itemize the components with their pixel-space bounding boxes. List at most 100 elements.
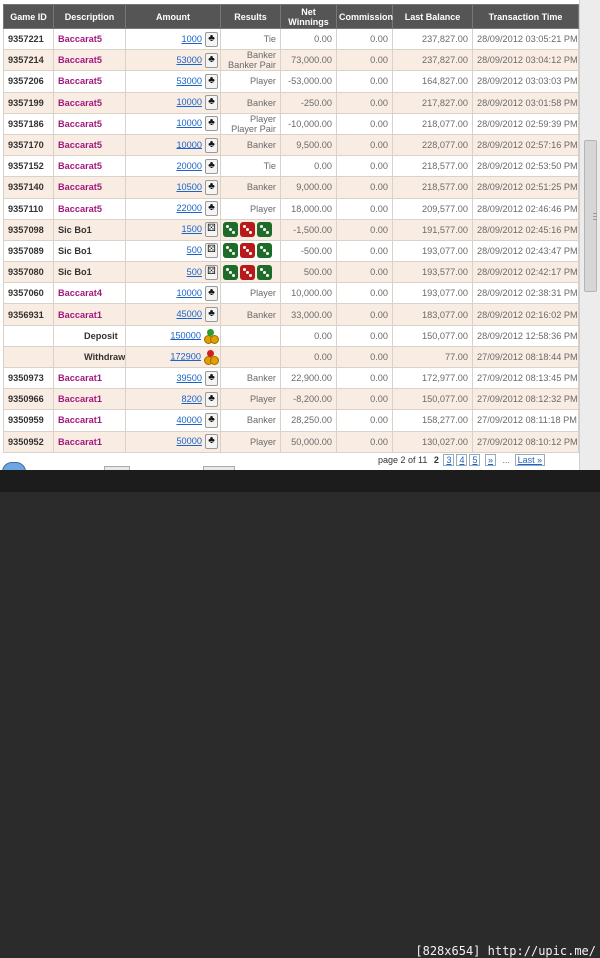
- column-header: Results: [220, 4, 281, 29]
- amount-link[interactable]: 10000: [176, 97, 202, 107]
- game-id-cell: 9350966: [3, 388, 54, 411]
- table-row: 9357060 Baccarat4 10000 ♣ Player 10,000.00 0.0…: [3, 282, 579, 305]
- result-label: Banker: [246, 415, 276, 426]
- result-label: Banker: [246, 50, 276, 61]
- commission-cell: 0.00: [336, 112, 393, 135]
- next-page-button[interactable]: »: [485, 454, 497, 466]
- page-link[interactable]: 4: [456, 454, 468, 466]
- cards-icon[interactable]: ♣: [205, 285, 218, 301]
- transaction-time-cell: 28/09/2012 02:38:31 PM: [472, 282, 579, 305]
- cards-icon[interactable]: ♣: [205, 52, 218, 68]
- amount-link[interactable]: 172900: [170, 351, 201, 361]
- description-cell: Deposit: [53, 324, 126, 347]
- dice-face-icon: [240, 243, 255, 259]
- page-link[interactable]: 5: [469, 454, 481, 466]
- amount-link[interactable]: 500: [187, 245, 202, 255]
- cards-icon[interactable]: ♣: [205, 434, 218, 450]
- dice-icon[interactable]: ⚄: [205, 243, 218, 259]
- game-id-cell: [3, 345, 54, 369]
- table-row: 9357080 Sic Bo1 500 ⚄ 500.00 0.00 193,577.00 28…: [3, 261, 579, 284]
- game-id-cell: 9350973: [3, 366, 54, 390]
- table-row: 9356931 Baccarat1 45000 ♣ Banker 33,000.00 0.0…: [3, 303, 579, 326]
- scrollbar-thumb[interactable]: [584, 140, 597, 292]
- transaction-time-cell: 28/09/2012 03:05:21 PM: [472, 27, 579, 51]
- cards-icon[interactable]: ♣: [205, 201, 218, 217]
- dice-face-icon: [223, 243, 238, 259]
- table-row: 9357199 Baccarat5 10000 ♣ Banker -250.00 0.00 2…: [3, 91, 579, 114]
- amount-link[interactable]: 150000: [170, 330, 201, 340]
- cards-icon[interactable]: ♣: [205, 73, 218, 89]
- cards-icon[interactable]: ♣: [205, 95, 218, 111]
- net-winnings-cell: 28,250.00: [280, 409, 337, 432]
- cards-icon[interactable]: ♣: [205, 137, 218, 153]
- last-balance-cell: 150,077.00: [392, 324, 473, 347]
- amount-link[interactable]: 53000: [176, 76, 202, 86]
- last-balance-cell: 193,077.00: [392, 239, 473, 263]
- cards-icon[interactable]: ♣: [205, 370, 218, 386]
- dice-icon[interactable]: ⚄: [205, 222, 218, 238]
- vertical-scrollbar[interactable]: [579, 0, 600, 470]
- amount-link[interactable]: 22000: [176, 203, 202, 213]
- withdraw-chips-icon[interactable]: [204, 349, 219, 365]
- deposit-chips-icon[interactable]: [204, 328, 219, 344]
- net-winnings-cell: 50,000.00: [280, 430, 337, 453]
- table-row: 9357098 Sic Bo1 1500 ⚄ -1,500.00 0.00 191,577.…: [3, 218, 579, 241]
- last-balance-cell: 130,027.00: [392, 430, 473, 453]
- table-row: Deposit 150000 0.00 0.00 150,077.00 28/09/201…: [3, 324, 579, 347]
- net-winnings-cell: -8,200.00: [280, 388, 337, 411]
- cards-icon[interactable]: ♣: [205, 391, 218, 407]
- cards-icon[interactable]: ♣: [205, 307, 218, 323]
- description-cell: Baccarat5: [53, 91, 126, 114]
- results-cell: Player: [220, 430, 281, 453]
- results-cell: [220, 218, 281, 241]
- dice-icon[interactable]: ⚄: [205, 264, 218, 280]
- table-row: 9350966 Baccarat1 8200 ♣ Player -8,200.00 0.00…: [3, 388, 579, 411]
- column-header: Game ID: [3, 4, 54, 29]
- amount-link[interactable]: 10000: [176, 139, 202, 149]
- amount-link[interactable]: 53000: [176, 55, 202, 65]
- results-cell: [220, 324, 281, 347]
- transaction-time-cell: 28/09/2012 02:59:39 PM: [472, 112, 579, 135]
- table-row: 9357206 Baccarat5 53000 ♣ Player -53,000.00 0.…: [3, 70, 579, 93]
- transaction-time-cell: 28/09/2012 02:43:47 PM: [472, 239, 579, 263]
- amount-link[interactable]: 10500: [176, 182, 202, 192]
- cards-icon[interactable]: ♣: [205, 179, 218, 195]
- amount-link[interactable]: 10000: [176, 288, 202, 298]
- amount-link[interactable]: 20000: [176, 161, 202, 171]
- description-cell: Baccarat1: [53, 303, 126, 326]
- result-label: Player: [249, 113, 276, 124]
- commission-cell: 0.00: [336, 261, 393, 284]
- amount-link[interactable]: 45000: [176, 309, 202, 319]
- commission-cell: 0.00: [336, 303, 393, 326]
- result-label: Banker Pair: [227, 60, 276, 71]
- description-cell: Withdraw: [53, 345, 126, 369]
- commission-cell: 0.00: [336, 388, 393, 411]
- net-winnings-cell: 73,000.00: [280, 49, 337, 72]
- amount-link[interactable]: 50000: [176, 436, 202, 446]
- cards-icon[interactable]: ♣: [205, 31, 218, 47]
- page-link[interactable]: 3: [443, 454, 455, 466]
- amount-link[interactable]: 40000: [176, 415, 202, 425]
- amount-link[interactable]: 8200: [182, 394, 202, 404]
- result-label: Player: [249, 76, 276, 87]
- amount-link[interactable]: 39500: [176, 373, 202, 383]
- last-balance-cell: 237,827.00: [392, 49, 473, 72]
- cards-icon[interactable]: ♣: [205, 116, 218, 132]
- amount-link[interactable]: 10000: [176, 118, 202, 128]
- last-page-button[interactable]: Last »: [514, 454, 546, 466]
- amount-link[interactable]: 1500: [182, 224, 202, 234]
- amount-link[interactable]: 500: [187, 267, 202, 277]
- game-id-cell: 9357089: [3, 239, 54, 263]
- amount-cell: 39500 ♣: [125, 366, 221, 390]
- cards-icon[interactable]: ♣: [205, 158, 218, 174]
- commission-cell: 0.00: [336, 430, 393, 453]
- result-label: Player: [249, 203, 276, 214]
- last-balance-cell: 193,577.00: [392, 261, 473, 284]
- transaction-time-cell: 28/09/2012 02:16:02 PM: [472, 303, 579, 326]
- transaction-table: Game ID Description Amount Results Net Winni…: [3, 4, 579, 453]
- cards-icon[interactable]: ♣: [205, 412, 218, 428]
- transaction-time-cell: 28/09/2012 02:46:46 PM: [472, 197, 579, 220]
- last-balance-cell: 218,577.00: [392, 155, 473, 178]
- last-balance-cell: 158,277.00: [392, 409, 473, 432]
- amount-link[interactable]: 1000: [182, 34, 202, 44]
